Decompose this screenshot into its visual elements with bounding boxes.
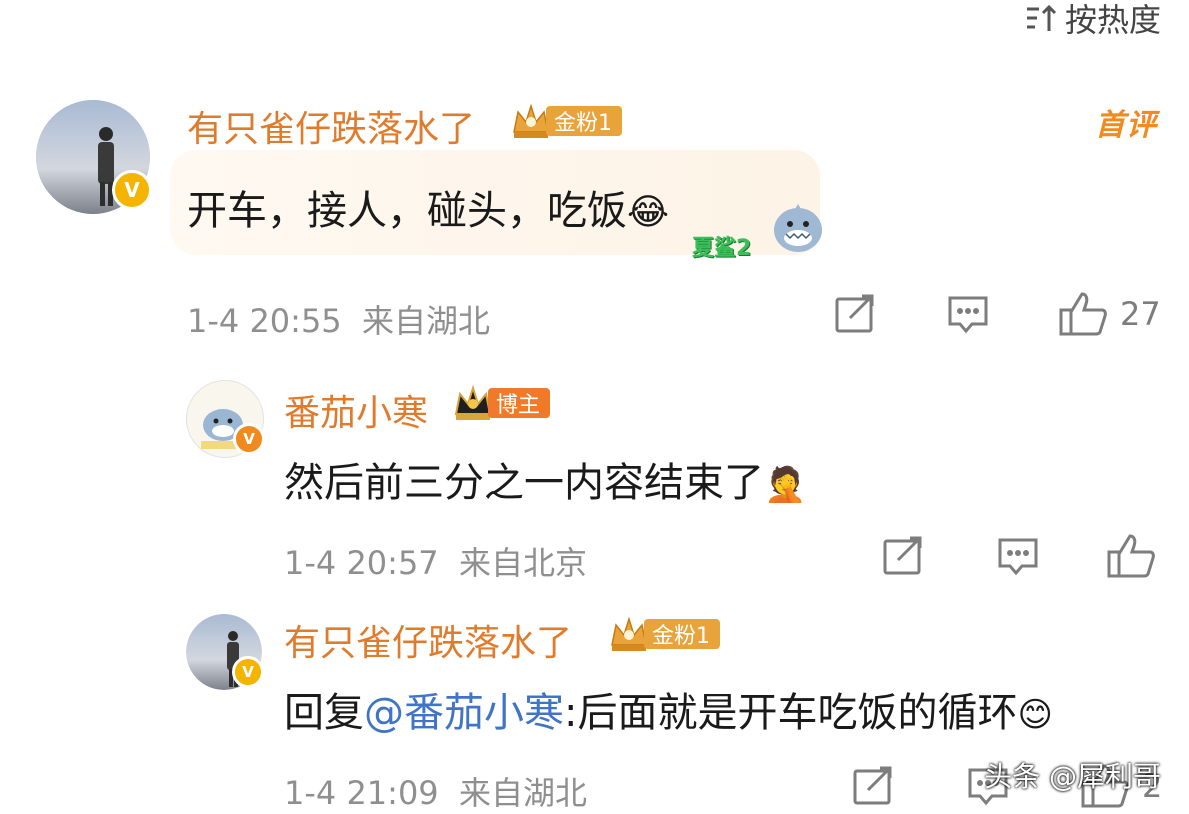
- comment-text: 然后前三分之一内容结束了🤦: [284, 450, 806, 508]
- share-icon: [835, 294, 874, 333]
- like-button[interactable]: [1106, 532, 1168, 580]
- comment-icon: [948, 296, 988, 334]
- comment-text: 开车，接人，碰头，吃饭😂: [187, 178, 669, 236]
- like-button[interactable]: 27: [1058, 290, 1161, 338]
- host-badge: 博主: [452, 384, 551, 420]
- fan-badge: 金粉1: [510, 103, 622, 138]
- username[interactable]: 有只雀仔跌落水了: [187, 100, 475, 152]
- username[interactable]: 番茄小寒: [284, 384, 428, 436]
- thumbs-up-icon: [1059, 292, 1107, 336]
- thumbs-up-icon: [1107, 534, 1155, 578]
- verified-icon: V: [233, 423, 265, 455]
- username[interactable]: 有只雀仔跌落水了: [284, 614, 572, 666]
- fan-badge: 金粉1: [608, 616, 720, 651]
- comment-text: 回复@番茄小寒:后面就是开车吃饭的循环😊: [284, 680, 1053, 738]
- comment-time: 1-4 20:55: [187, 302, 342, 340]
- share-icon: [883, 536, 922, 575]
- avatar[interactable]: V: [186, 614, 264, 690]
- comment-meta: 1-4 20:55 来自湖北: [187, 296, 490, 342]
- sort-by-hot-button[interactable]: 按热度: [1025, 0, 1161, 39]
- share-icon: [853, 766, 892, 805]
- comment-body: 然后前三分之一内容结束了: [284, 460, 764, 506]
- reply-prefix: 回复: [284, 690, 364, 736]
- first-comment-tag: 首评: [1095, 108, 1157, 143]
- sort-label: 按热度: [1064, 1, 1161, 39]
- comment-meta: 1-4 20:57 来自北京: [284, 538, 587, 584]
- comment-location: 来自湖北: [362, 302, 491, 340]
- repost-button[interactable]: [834, 294, 876, 334]
- verified-icon: V: [112, 170, 152, 210]
- like-count: 27: [1120, 295, 1161, 333]
- comment-location: 来自北京: [459, 544, 588, 582]
- avatar[interactable]: V: [36, 100, 152, 214]
- comment-body: 开车，接人，碰头，吃饭: [187, 188, 627, 234]
- facepalm-emoji-icon: 🤦: [764, 465, 807, 505]
- reply-button[interactable]: [996, 536, 1040, 576]
- shark-sticker: 夏鲨2: [688, 200, 833, 265]
- repost-button[interactable]: [882, 536, 924, 576]
- comment-body: :后面就是开车吃饭的循环: [564, 690, 1018, 736]
- badge-label: 金粉1: [644, 619, 720, 649]
- laugh-emoji-icon: 😂: [627, 192, 670, 233]
- comment-time: 1-4 20:57: [284, 544, 439, 582]
- watermark: 头条 @犀利哥: [984, 760, 1161, 793]
- comment-location: 来自湖北: [459, 774, 588, 812]
- verified-icon: V: [232, 656, 264, 688]
- avatar[interactable]: V: [186, 380, 265, 458]
- comment-meta: 1-4 21:09 来自湖北: [284, 768, 587, 814]
- mention-link[interactable]: @番茄小寒: [364, 690, 564, 736]
- comment-icon: [998, 538, 1038, 576]
- badge-label: 金粉1: [546, 106, 622, 136]
- sticker-caption: 夏鲨2: [692, 236, 752, 261]
- badge-label: 博主: [488, 388, 551, 418]
- reply-button[interactable]: [946, 294, 990, 334]
- comment-time: 1-4 21:09: [284, 774, 439, 812]
- repost-button[interactable]: [852, 766, 894, 806]
- smile-emoji-icon: 😊: [1017, 695, 1053, 735]
- sort-icon: [1026, 4, 1057, 31]
